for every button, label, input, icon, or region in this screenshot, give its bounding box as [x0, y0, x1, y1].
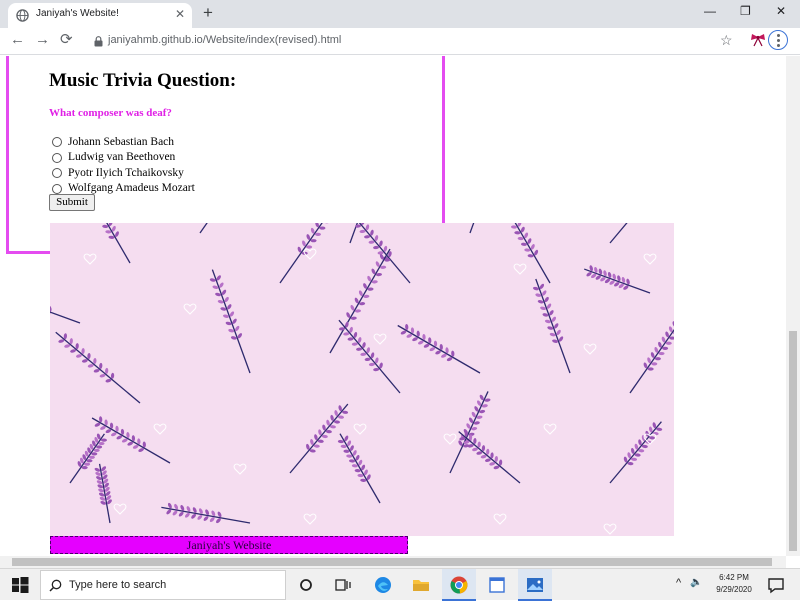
task-view-icon[interactable]	[333, 575, 353, 595]
heart-outline-shape	[374, 334, 386, 344]
footer-banner: Janiyah's Website	[50, 536, 408, 554]
submit-button[interactable]: Submit	[49, 194, 95, 211]
lavender-sprig	[334, 316, 405, 397]
lavender-sprig	[582, 263, 652, 299]
vertical-scrollbar[interactable]	[786, 56, 800, 556]
browser-menu-button[interactable]	[768, 30, 788, 50]
globe-icon	[16, 9, 29, 22]
footer-text: Janiyah's Website	[51, 538, 407, 553]
chrome-icon[interactable]	[449, 575, 469, 595]
vertical-scroll-thumb[interactable]	[789, 331, 797, 551]
search-placeholder: Type here to search	[69, 579, 166, 591]
answer-label: Johann Sebastian Bach	[68, 136, 174, 148]
tray-overflow-icon[interactable]: ^	[676, 577, 681, 589]
windows-taskbar: Type here to search ^ 🔈 6:42 PM 9/29/202…	[0, 568, 800, 600]
lavender-sprig	[195, 223, 255, 237]
heart-outline-shape	[514, 264, 526, 274]
tab-strip: Janiyah's Website! ✕ + — ❐ ✕	[0, 0, 800, 28]
lavender-sprig	[50, 284, 82, 329]
answer-option[interactable]: Johann Sebastian Bach	[52, 134, 195, 150]
heart-outline-shape	[644, 254, 656, 264]
heart-outline-shape	[494, 514, 506, 524]
heart-outline-shape	[84, 254, 96, 264]
lavender-sprig	[93, 463, 116, 524]
search-icon	[49, 579, 62, 592]
heart-outline-shape	[354, 424, 366, 434]
heart-outline-shape	[114, 504, 126, 514]
answer-label: Pyotr Ilyich Tchaikovsky	[68, 167, 184, 179]
clock-date: 9/29/2020	[708, 584, 760, 596]
new-tab-button[interactable]: +	[203, 3, 213, 23]
heart-outline-shape	[304, 514, 316, 524]
tab-close-icon[interactable]: ✕	[175, 7, 185, 21]
profile-avatar-icon[interactable]	[750, 33, 766, 47]
lavender-sprig	[497, 223, 556, 286]
page-viewport: Music Trivia Question: What composer was…	[0, 56, 786, 556]
heart-outline-shape	[544, 424, 556, 434]
heart-outline-shape	[234, 464, 246, 474]
browser-toolbar: ← → ⟳ janiyahmb.github.io/Website/index(…	[0, 28, 800, 55]
lavender-sprig	[530, 277, 577, 375]
lavender-sprig	[605, 417, 666, 487]
browser-tab[interactable]: Janiyah's Website! ✕	[8, 3, 192, 28]
lavender-sprig	[464, 223, 500, 235]
lavender-sprig	[625, 316, 674, 397]
lavender-sprig	[454, 427, 524, 488]
heart-outline-shape	[154, 424, 166, 434]
answer-option[interactable]: Pyotr Ilyich Tchaikovsky	[52, 165, 195, 181]
tab-title: Janiyah's Website!	[36, 8, 119, 19]
lock-icon	[94, 36, 103, 47]
lavender-sprig	[160, 501, 251, 530]
lavender-pattern-image	[50, 223, 674, 536]
lavender-sprigs-graphic	[50, 223, 674, 536]
lavender-sprig	[341, 223, 415, 287]
url-text: janiyahmb.github.io/Website/index(revise…	[108, 34, 341, 46]
heart-outline-shape	[184, 304, 196, 314]
radio-button[interactable]	[52, 137, 62, 147]
lavender-sprig	[605, 223, 673, 247]
lavender-sprig	[79, 223, 135, 266]
bookmark-star-icon[interactable]: ☆	[720, 32, 733, 49]
restore-button[interactable]: ❐	[740, 4, 751, 18]
horizontal-scroll-thumb[interactable]	[12, 558, 772, 566]
speaker-icon[interactable]: 🔈	[690, 577, 702, 588]
radio-button[interactable]	[52, 153, 62, 163]
back-button[interactable]: ←	[10, 31, 25, 49]
notifications-icon[interactable]	[766, 575, 786, 595]
radio-button[interactable]	[52, 184, 62, 194]
radio-button[interactable]	[52, 168, 62, 178]
notepad-app-icon[interactable]	[487, 575, 507, 595]
answer-option[interactable]: Ludwig van Beethoven	[52, 150, 195, 166]
edge-browser-icon[interactable]	[373, 575, 393, 595]
forward-button[interactable]: →	[35, 31, 50, 49]
lavender-sprig	[394, 320, 483, 379]
address-bar[interactable]: janiyahmb.github.io/Website/index(revise…	[86, 31, 742, 52]
answer-label: Ludwig van Beethoven	[68, 151, 175, 163]
answer-options: Johann Sebastian Bach Ludwig van Beethov…	[52, 134, 195, 196]
lavender-sprig	[52, 327, 145, 408]
lavender-sprig	[444, 389, 494, 476]
taskbar-clock[interactable]: 6:42 PM 9/29/2020	[708, 572, 760, 596]
file-explorer-icon[interactable]	[411, 575, 431, 595]
lavender-sprig	[275, 223, 349, 287]
minimize-button[interactable]: —	[704, 4, 716, 18]
trivia-question: What composer was deaf?	[49, 107, 172, 119]
photos-app-icon[interactable]	[525, 575, 545, 595]
taskbar-search-box[interactable]: Type here to search	[40, 570, 286, 600]
reload-button[interactable]: ⟳	[60, 31, 73, 49]
cortana-icon[interactable]	[296, 575, 316, 595]
heart-outline-shape	[604, 524, 616, 534]
trivia-heading: Music Trivia Question:	[49, 70, 236, 92]
clock-time: 6:42 PM	[708, 572, 760, 584]
window-close-button[interactable]: ✕	[776, 4, 786, 18]
answer-label: Wolfgang Amadeus Mozart	[68, 182, 195, 194]
horizontal-scrollbar[interactable]	[0, 556, 786, 568]
windows-start-icon[interactable]	[10, 575, 30, 595]
lavender-sprig	[206, 267, 256, 375]
heart-outline-shape	[444, 434, 456, 444]
lavender-sprig	[334, 430, 385, 506]
heart-outline-shape	[584, 344, 596, 354]
